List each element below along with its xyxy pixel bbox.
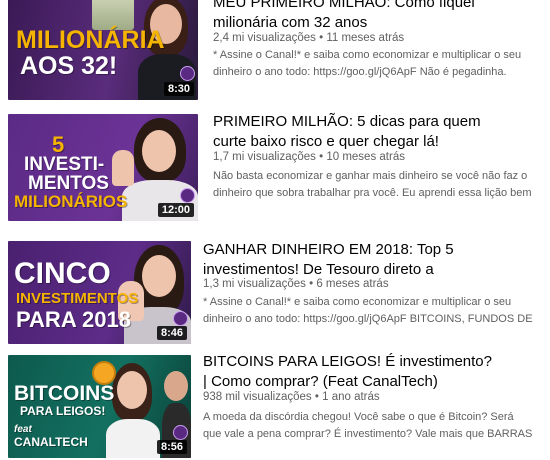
video-title[interactable]: BITCOINS PARA LEIGOS! É investimento? | … <box>203 352 492 392</box>
thumbnail-text-line3: feat <box>14 424 32 435</box>
video-item[interactable]: CINCO INVESTIMENTOS PARA 2018 8:46 GANHA… <box>0 236 550 348</box>
duration-badge: 8:30 <box>163 82 194 96</box>
channel-logo-icon <box>173 311 188 326</box>
video-thumbnail[interactable]: MILIONÁRIA AOS 32! 8:30 <box>8 0 198 100</box>
channel-logo-icon <box>180 66 195 81</box>
channel-logo-icon <box>180 188 195 203</box>
thumbnail-text-line3: PARA 2018 <box>16 307 131 332</box>
video-title[interactable]: PRIMEIRO MILHÃO: 5 dicas para quem curte… <box>213 112 481 152</box>
video-description: A moeda da discórdia chegou! Você sabe o… <box>203 411 533 440</box>
thumbnail-text-line4: CANALTECH <box>14 435 88 449</box>
thumbnail-text-line2: INVESTI- <box>24 154 105 175</box>
thumbnail-text-line2: INVESTIMENTOS <box>16 290 139 307</box>
thumbnail-text-line2: PARA LEIGOS! <box>20 404 106 418</box>
video-description: * Assine o Canal!* e saiba como economiz… <box>213 49 522 78</box>
thumbnail-text-line4: MILIONÁRIOS <box>14 192 128 211</box>
video-meta: 2,4 mi visualizações • 11 meses atrás <box>213 31 404 46</box>
thumbnail-text-line3: MENTOS <box>28 173 109 194</box>
video-title[interactable]: MEU PRIMEIRO MILHÃO: Como fiquei milioná… <box>213 0 475 33</box>
duration-badge: 8:56 <box>156 440 187 454</box>
view-count: 1,3 mi visualizações <box>203 278 306 290</box>
duration-badge: 12:00 <box>157 203 194 217</box>
view-count: 938 mil visualizações <box>203 391 312 403</box>
video-description: * Assine o Canal!* e saiba como economiz… <box>203 296 533 325</box>
meta-separator: • <box>319 151 324 163</box>
video-thumbnail[interactable]: BITCOINS PARA LEIGOS! feat CANALTECH 8:5… <box>8 355 191 458</box>
meta-separator: • <box>314 391 319 403</box>
video-description: Não basta economizar e ganhar mais dinhe… <box>213 170 532 199</box>
thumbnail-text-line1: 5 <box>52 132 65 157</box>
upload-age: 6 meses atrás <box>316 278 389 290</box>
video-thumbnail[interactable]: 5 INVESTI- MENTOS MILIONÁRIOS 12:00 <box>8 114 198 221</box>
video-meta: 1,7 mi visualizações • 10 meses atrás <box>213 150 405 165</box>
video-item[interactable]: BITCOINS PARA LEIGOS! feat CANALTECH 8:5… <box>0 350 550 460</box>
thumbnail-text-line1: MILIONÁRIA <box>16 26 165 54</box>
thumbnail-text-line2: AOS 32! <box>20 52 118 80</box>
thumbnail-text-line1: CINCO <box>14 257 111 290</box>
upload-age: 10 meses atrás <box>326 151 405 163</box>
video-meta: 938 mil visualizações • 1 ano atrás <box>203 390 380 405</box>
thumbnail-text-line1: BITCOINS <box>14 382 115 405</box>
video-item[interactable]: MILIONÁRIA AOS 32! 8:30 MEU PRIMEIRO MIL… <box>0 0 550 102</box>
view-count: 1,7 mi visualizações <box>213 151 316 163</box>
view-count: 2,4 mi visualizações <box>213 32 316 44</box>
upload-age: 11 meses atrás <box>326 32 405 44</box>
upload-age: 1 ano atrás <box>322 391 380 403</box>
channel-logo-icon <box>173 425 188 440</box>
video-meta: 1,3 mi visualizações • 6 meses atrás <box>203 277 389 292</box>
duration-badge: 8:46 <box>156 326 187 340</box>
meta-separator: • <box>309 278 314 290</box>
video-title[interactable]: GANHAR DINHEIRO EM 2018: Top 5 investime… <box>203 240 454 280</box>
video-item[interactable]: 5 INVESTI- MENTOS MILIONÁRIOS 12:00 PRIM… <box>0 112 550 224</box>
video-thumbnail[interactable]: CINCO INVESTIMENTOS PARA 2018 8:46 <box>8 241 191 344</box>
meta-separator: • <box>319 32 324 44</box>
